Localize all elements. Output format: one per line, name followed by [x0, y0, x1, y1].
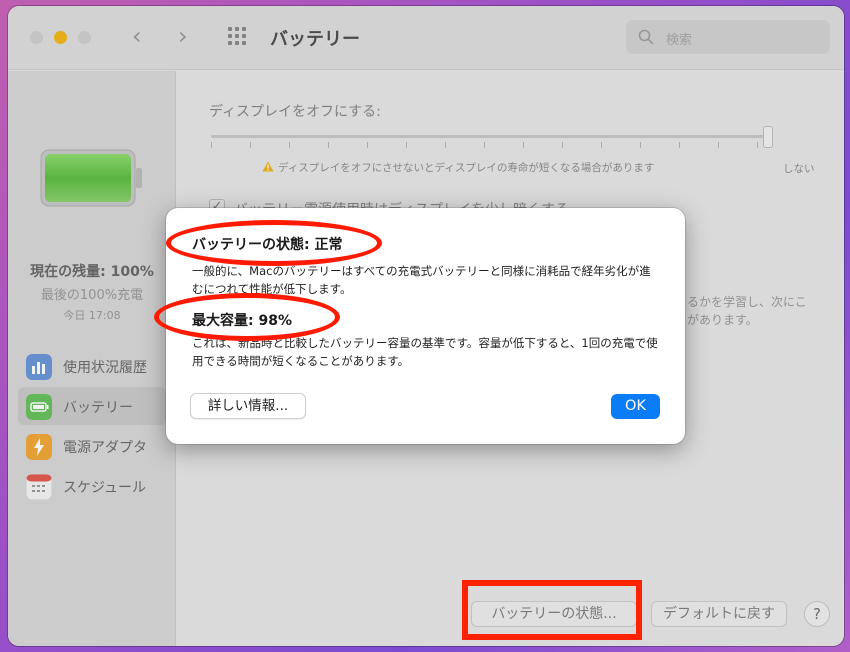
- annotation-rectangle: [462, 580, 642, 640]
- ok-button[interactable]: OK: [611, 394, 660, 419]
- annotation-ellipse: [166, 220, 382, 266]
- annotation-ellipse: [154, 293, 340, 341]
- more-info-button[interactable]: 詳しい情報...: [190, 393, 306, 419]
